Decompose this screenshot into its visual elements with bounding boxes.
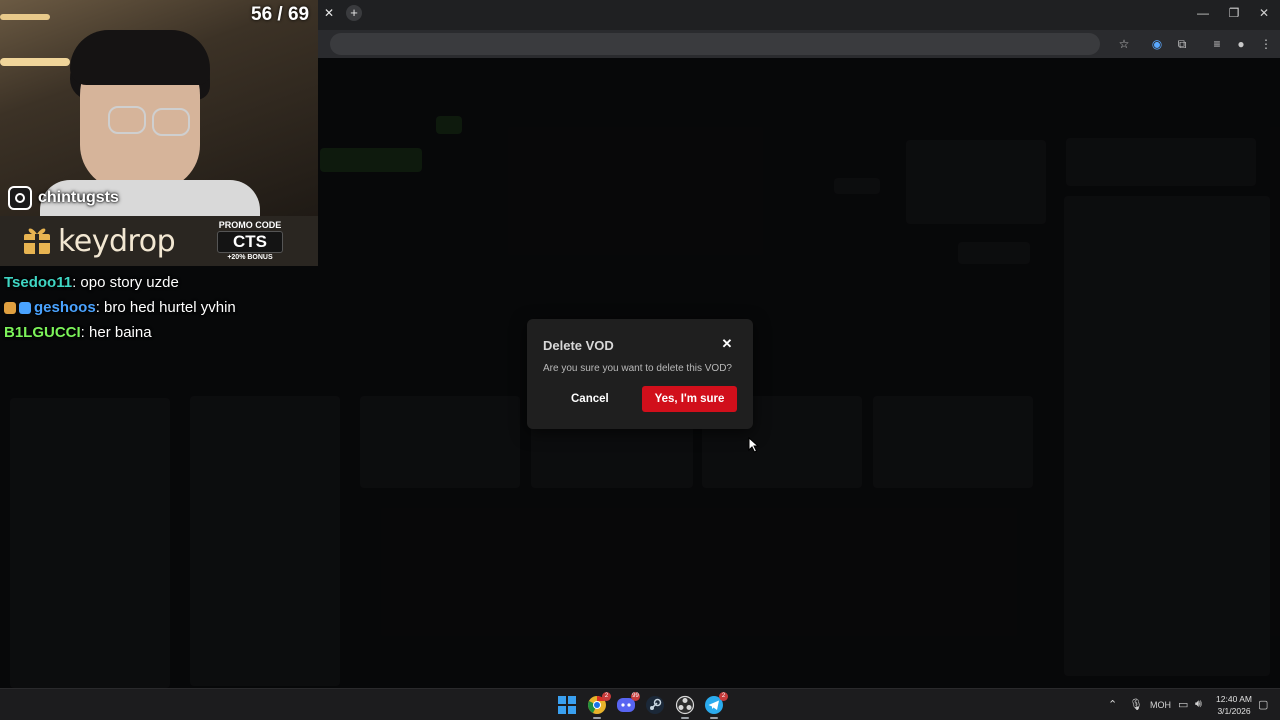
discord-icon[interactable]: 99 bbox=[616, 692, 640, 715]
taskbar: 2 99 2 ⌃ 🎙︎ МОН ▭ 🔊︎ 12:40 AM 3/1/2026 ▢ bbox=[0, 688, 1280, 720]
extensions-icon[interactable]: ⧉ bbox=[1174, 37, 1190, 51]
new-tab-button[interactable]: + bbox=[346, 5, 362, 21]
dialog-title: Delete VOD bbox=[543, 338, 614, 353]
active-indicator bbox=[681, 717, 689, 719]
cancel-button[interactable]: Cancel bbox=[559, 386, 621, 412]
volume-icon[interactable]: 🔊︎ bbox=[1195, 698, 1202, 711]
confirm-delete-button[interactable]: Yes, I'm sure bbox=[642, 386, 737, 412]
chat-username: B1LGUCCI bbox=[4, 324, 81, 341]
restore-icon[interactable]: ❐ bbox=[1227, 6, 1241, 20]
instagram-tag: chintugsts bbox=[8, 186, 119, 210]
chat-badge-icon bbox=[19, 301, 31, 314]
chat-text: : opo story uzde bbox=[72, 274, 179, 291]
notifications-icon[interactable]: ▢ bbox=[1258, 698, 1268, 711]
tab-close-icon[interactable]: ✕ bbox=[324, 6, 336, 20]
network-icon[interactable]: ▭ bbox=[1178, 698, 1188, 711]
language-indicator[interactable]: МОН bbox=[1150, 700, 1171, 710]
chat-overlay: Tsedoo11 : opo story uzde geshoos : bro … bbox=[4, 270, 236, 345]
stream-counter: 56 / 69 bbox=[251, 4, 310, 25]
notification-badge: 2 bbox=[602, 692, 611, 701]
windows-start-icon[interactable] bbox=[557, 695, 577, 715]
chat-message: geshoos : bro hed hurtel yvhin bbox=[4, 295, 236, 320]
active-indicator bbox=[710, 717, 718, 719]
media-control-icon[interactable]: ≡ bbox=[1209, 37, 1225, 51]
chat-username: Tsedoo11 bbox=[4, 274, 73, 291]
minimize-icon[interactable]: — bbox=[1196, 6, 1210, 20]
telegram-icon[interactable]: 2 bbox=[704, 692, 728, 719]
delete-vod-dialog: Delete VOD ✕ Are you sure you want to de… bbox=[527, 319, 753, 429]
microphone-icon[interactable]: 🎙︎ bbox=[1129, 698, 1143, 711]
sponsor-name: keydrop bbox=[58, 224, 176, 259]
window-close-icon[interactable]: ✕ bbox=[1257, 6, 1271, 20]
chat-badge-icon bbox=[4, 301, 16, 314]
promo-code: CTS bbox=[217, 231, 283, 253]
chat-text: : bro hed hurtel yvhin bbox=[95, 299, 236, 316]
bookmark-star-icon[interactable]: ☆ bbox=[1116, 37, 1132, 51]
chat-username: geshoos bbox=[34, 299, 96, 316]
profile-avatar-icon[interactable]: ● bbox=[1233, 37, 1249, 51]
address-bar[interactable] bbox=[330, 33, 1100, 55]
chat-text: : her baina bbox=[80, 324, 152, 341]
chat-message: Tsedoo11 : opo story uzde bbox=[4, 270, 236, 295]
chat-message: B1LGUCCI : her baina bbox=[4, 320, 236, 345]
promo-code-box: PROMO CODE CTS +20% BONUS bbox=[216, 218, 284, 264]
instagram-icon bbox=[8, 186, 32, 210]
notification-badge: 2 bbox=[719, 692, 728, 701]
taskbar-clock[interactable]: 12:40 AM 3/1/2026 bbox=[1212, 693, 1256, 717]
notification-badge: 99 bbox=[631, 692, 640, 701]
active-indicator bbox=[593, 717, 601, 719]
mouse-cursor-icon bbox=[748, 437, 760, 453]
clock-date: 3/1/2026 bbox=[1217, 706, 1251, 716]
dialog-message: Are you sure you want to delete this VOD… bbox=[543, 363, 732, 374]
webcam-feed bbox=[0, 0, 318, 216]
keydrop-logo-icon bbox=[24, 226, 50, 254]
chrome-icon[interactable]: 2 bbox=[587, 692, 611, 719]
audio-icon[interactable]: ◉ bbox=[1149, 37, 1165, 51]
promo-bonus: +20% BONUS bbox=[227, 254, 273, 261]
promo-label: PROMO CODE bbox=[218, 220, 282, 230]
instagram-handle: chintugsts bbox=[38, 189, 119, 206]
obs-icon[interactable] bbox=[675, 695, 695, 719]
tray-overflow-chevron-up-icon[interactable]: ⌃ bbox=[1108, 698, 1117, 711]
close-icon[interactable]: ✕ bbox=[720, 337, 734, 351]
browser-menu-icon[interactable]: ⋮ bbox=[1258, 37, 1274, 51]
steam-icon[interactable] bbox=[645, 695, 665, 715]
clock-time: 12:40 AM bbox=[1216, 694, 1252, 704]
